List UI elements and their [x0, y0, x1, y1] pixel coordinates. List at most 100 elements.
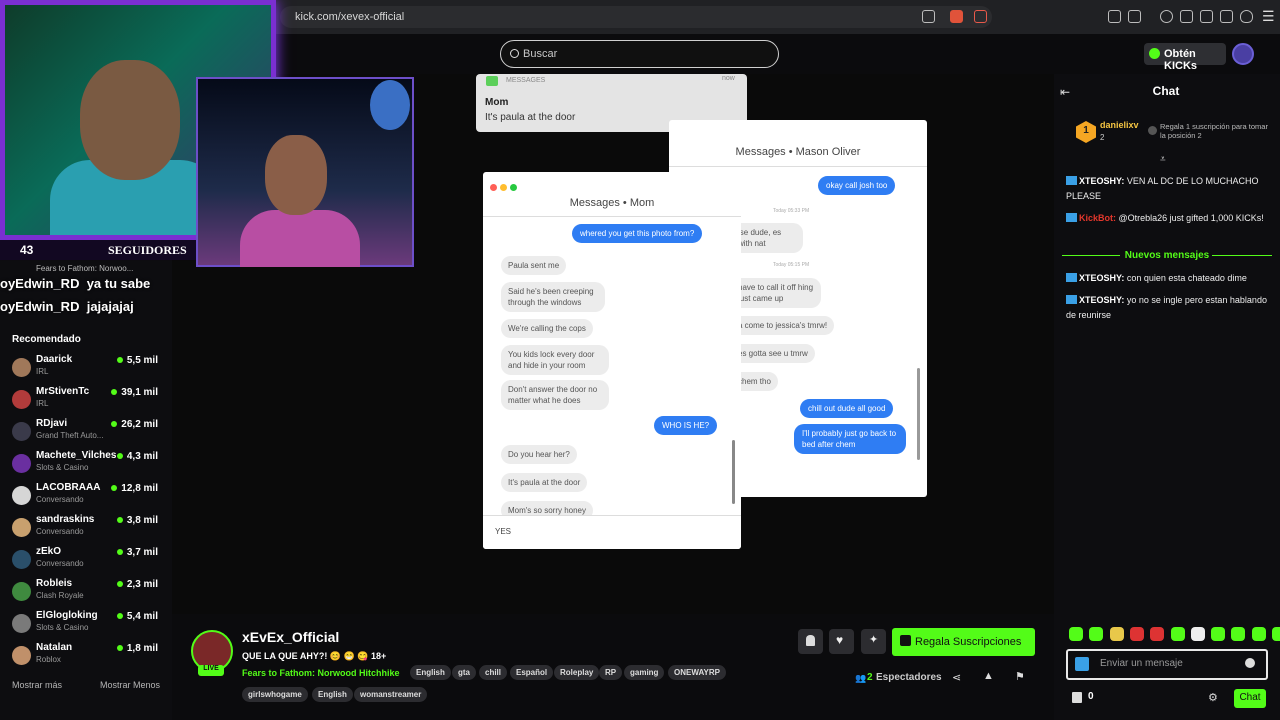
- webcam2-figure-body: [240, 210, 360, 267]
- channel-avatar: [12, 422, 31, 441]
- message-bubble: have to call it off hing just came up: [731, 278, 821, 308]
- chat-input[interactable]: Enviar un mensaje: [1100, 658, 1183, 669]
- report-icon[interactable]: ▲: [983, 670, 994, 682]
- messages-app-icon: [486, 76, 498, 86]
- emote-icon[interactable]: [1251, 627, 1266, 641]
- show-less-link[interactable]: Mostrar Menos: [100, 680, 160, 690]
- collapse-chat-icon[interactable]: ⇤: [1060, 85, 1070, 99]
- gift-subscriptions-button[interactable]: Regala Suscripciones: [892, 628, 1035, 656]
- emote-icon[interactable]: [1231, 627, 1246, 641]
- chat-send-button[interactable]: Chat: [1234, 689, 1266, 708]
- recommended-channel[interactable]: LACOBRAAA Conversando 12,8 mil: [0, 482, 172, 514]
- gift-icon[interactable]: [1072, 692, 1082, 703]
- emoji-icon[interactable]: [1245, 658, 1255, 668]
- recommended-channel[interactable]: ElGlogloking Slots & Casino 5,4 mil: [0, 610, 172, 642]
- share-icon[interactable]: ⋖: [952, 671, 961, 684]
- channel-avatar: [12, 550, 31, 569]
- vpn-icon[interactable]: [1240, 10, 1253, 23]
- capture-icon[interactable]: [1128, 10, 1141, 23]
- viewers-icon: 👥: [855, 673, 867, 683]
- kicks-coin-icon: [1149, 48, 1160, 59]
- emote-icon[interactable]: [1170, 627, 1185, 641]
- recommended-channel[interactable]: sandraskins Conversando 3,8 mil: [0, 514, 172, 546]
- search-input[interactable]: Buscar: [523, 48, 557, 60]
- overlay-chat-user: oyEdwin_RD: [0, 299, 80, 314]
- viewers-label: Espectadores: [876, 672, 942, 683]
- expand-icon[interactable]: ⩡: [1160, 154, 1166, 165]
- music-icon[interactable]: [1160, 10, 1173, 23]
- badge-icon: [1066, 176, 1077, 185]
- menu-icon[interactable]: ☰: [1262, 8, 1275, 25]
- stream-tag[interactable]: Español: [510, 665, 554, 680]
- brave-shield-icon[interactable]: [950, 10, 963, 23]
- stream-tag[interactable]: English: [410, 665, 451, 680]
- recommended-channel[interactable]: zEkO Conversando 3,7 mil: [0, 546, 172, 578]
- recommended-channel[interactable]: Daarick IRL 5,5 mil: [0, 354, 172, 386]
- maximize-icon[interactable]: [510, 184, 517, 191]
- close-icon[interactable]: [490, 184, 497, 191]
- heart-shape: ♥: [836, 633, 844, 647]
- message-bubble: a come to jessica's tmrw!: [731, 316, 835, 335]
- channel-viewers: 3,8 mil: [126, 515, 158, 526]
- recommended-title: Recomendado: [12, 334, 81, 345]
- recommended-channel[interactable]: MrStivenTc IRL 39,1 mil: [0, 386, 172, 418]
- stream-tag[interactable]: womanstreamer: [354, 687, 428, 702]
- user-avatar[interactable]: [1232, 43, 1254, 65]
- share-icon[interactable]: [922, 10, 935, 23]
- channel-name: zEkO: [36, 546, 62, 557]
- show-more-link[interactable]: Mostrar más: [12, 680, 62, 690]
- rewards-icon[interactable]: [974, 10, 987, 23]
- streamer-name[interactable]: xEvEx_Official: [242, 629, 339, 645]
- channel-name: Machete_Vilches: [36, 450, 117, 461]
- overlay-chat-line: oyEdwin_RD ya tu sabe: [0, 276, 150, 291]
- pinned-user[interactable]: danielixv: [1100, 120, 1139, 130]
- emote-icon[interactable]: [1109, 627, 1124, 641]
- emote-icon[interactable]: [1089, 627, 1104, 641]
- stream-tag[interactable]: girlswhogame: [242, 687, 308, 702]
- recommended-channel[interactable]: Natalan Roblox 1,8 mil: [0, 642, 172, 674]
- channel-category: Conversando: [36, 495, 84, 504]
- sidebar-toggle-icon[interactable]: [1180, 10, 1193, 23]
- stream-tag[interactable]: Roleplay: [554, 665, 600, 680]
- chat-identity-icon[interactable]: [1075, 657, 1089, 671]
- message-bubble: Don't answer the door no matter what he …: [501, 380, 609, 410]
- stream-category[interactable]: Fears to Fathom: Norwood Hitchhike: [242, 668, 400, 678]
- puzzle-icon[interactable]: [1220, 10, 1233, 23]
- message-compose-text[interactable]: YES: [495, 527, 511, 536]
- mom-message-window: Messages • Mom whered you get this photo…: [483, 172, 741, 549]
- notification-time: now: [722, 75, 735, 82]
- message-compose-bar[interactable]: [483, 515, 741, 549]
- recommended-channel[interactable]: RDjavi Grand Theft Auto... 26,2 mil: [0, 418, 172, 450]
- channel-viewers: 4,3 mil: [126, 451, 158, 462]
- stream-tag[interactable]: gaming: [624, 665, 665, 680]
- emote-icon[interactable]: [1272, 627, 1280, 641]
- emote-icon[interactable]: [1211, 627, 1226, 641]
- live-dot-icon: [111, 421, 117, 427]
- recommended-channel[interactable]: Machete_Vilches Slots & Casino 4,3 mil: [0, 450, 172, 482]
- scrollbar[interactable]: [732, 440, 735, 504]
- scrollbar[interactable]: [917, 368, 920, 460]
- url-text[interactable]: kick.com/xevex-official: [295, 11, 404, 23]
- settings-icon[interactable]: ⚙: [1208, 691, 1218, 704]
- channel-name: Robleis: [36, 578, 73, 589]
- minimize-icon[interactable]: [500, 184, 507, 191]
- stream-tag[interactable]: RP: [599, 665, 623, 680]
- stream-tag[interactable]: ONEWAYRP: [668, 665, 726, 680]
- chat-username[interactable]: XTEOSHY:: [1079, 273, 1124, 283]
- stream-tag[interactable]: gta: [452, 665, 476, 680]
- wallet-icon[interactable]: [1200, 10, 1213, 23]
- channel-avatar: [12, 358, 31, 377]
- emote-icon[interactable]: [1190, 627, 1205, 641]
- recommended-channel[interactable]: Robleis Clash Royale 2,3 mil: [0, 578, 172, 610]
- emote-icon[interactable]: [1150, 627, 1165, 641]
- extensions-icon[interactable]: [1108, 10, 1121, 23]
- stream-tag[interactable]: English: [312, 687, 353, 702]
- stream-tag[interactable]: chill: [479, 665, 508, 680]
- emote-icon[interactable]: [1129, 627, 1144, 641]
- user-settings-icon[interactable]: ⚑: [1015, 670, 1025, 683]
- emote-icon[interactable]: [1069, 627, 1083, 641]
- chat-username[interactable]: KickBot:: [1079, 213, 1116, 223]
- chat-panel: [1054, 74, 1280, 720]
- chat-username[interactable]: XTEOSHY:: [1079, 176, 1124, 186]
- chat-username[interactable]: XTEOSHY:: [1079, 295, 1124, 305]
